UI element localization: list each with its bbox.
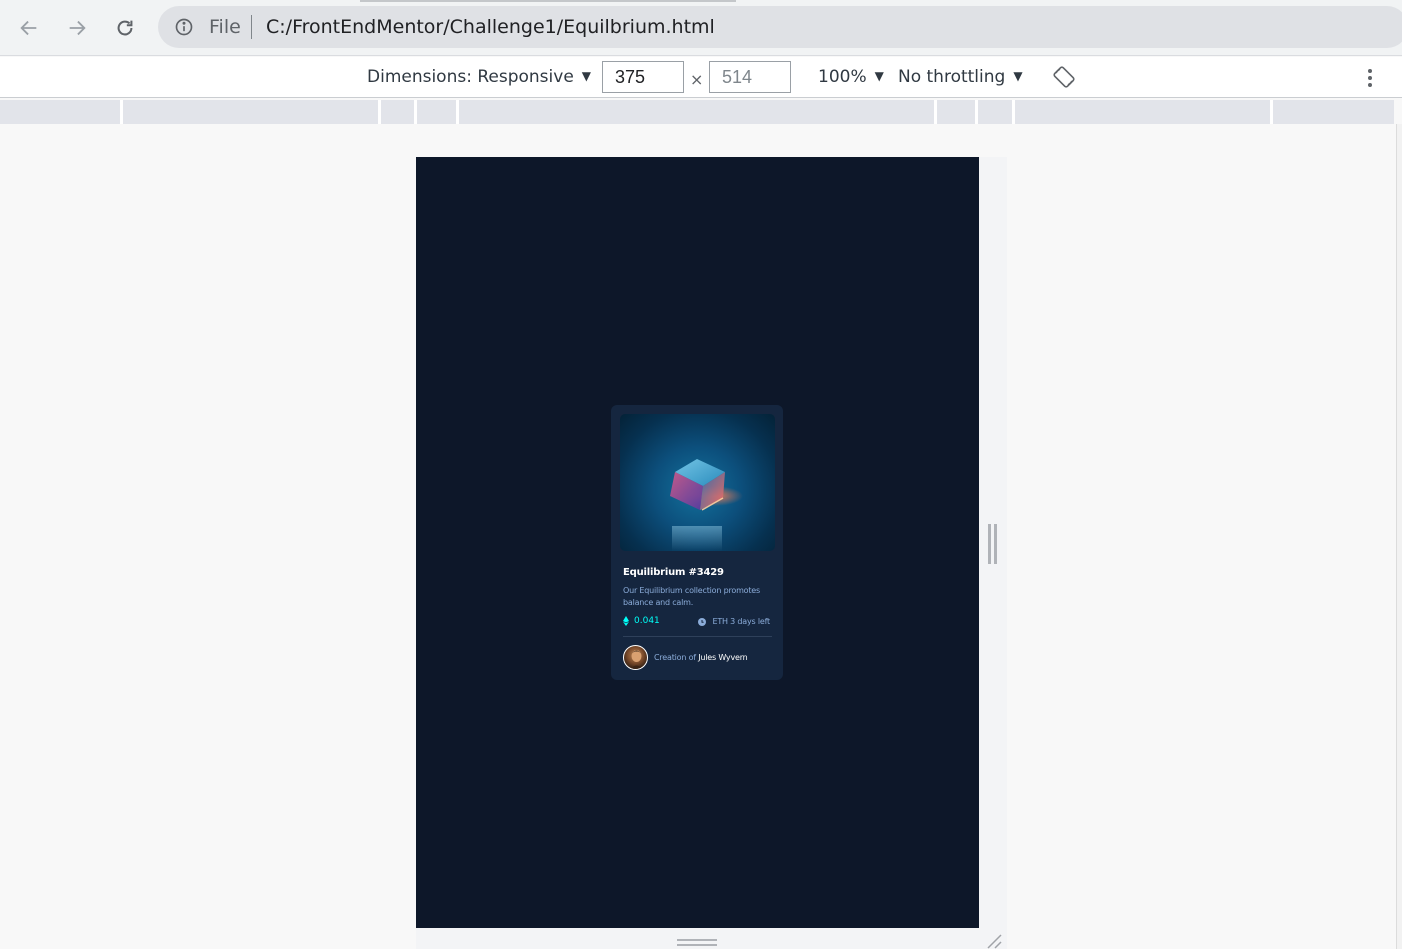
media-query-divider (1270, 100, 1273, 124)
scheme-label: File (209, 16, 241, 38)
resize-handle-right[interactable] (988, 524, 997, 564)
ethereum-icon (623, 616, 629, 626)
device-toolbar: Dimensions: Responsive ▼ × 100% ▼ No throt… (0, 57, 1402, 98)
nft-card: Equilibrium #3429 Our Equilibrium collec… (611, 405, 783, 680)
address-separator (251, 15, 252, 39)
time-remaining-label: ETH 3 days left (712, 617, 770, 626)
reload-icon (117, 20, 133, 36)
equilibrium-image[interactable] (620, 414, 775, 551)
card-title[interactable]: Equilibrium #3429 (623, 567, 724, 578)
reload-button[interactable] (109, 12, 141, 44)
address-bar[interactable]: File C:/FrontEndMentor/Challenge1/Equilb… (158, 6, 1402, 48)
clock-icon (698, 617, 707, 626)
price-value: 0.041 (634, 616, 660, 626)
tab-strip-edge (360, 0, 736, 2)
chevron-down-icon: ▼ (1013, 69, 1023, 83)
cube-illustration (670, 459, 743, 551)
rotate-icon[interactable] (1052, 65, 1076, 89)
dimensions-dropdown[interactable]: Dimensions: Responsive ▼ (367, 67, 591, 87)
more-options-icon[interactable] (1360, 67, 1380, 89)
throttling-dropdown[interactable]: No throttling ▼ (898, 67, 1023, 87)
resize-handle-bottom[interactable] (677, 939, 717, 949)
media-query-divider (120, 100, 123, 124)
resize-handle-corner-icon[interactable] (984, 932, 1004, 949)
creator-name[interactable]: Jules Wyvern (698, 653, 747, 662)
avatar-portrait (630, 650, 643, 669)
back-arrow-icon (20, 20, 37, 36)
media-query-divider (1012, 100, 1015, 124)
creator-prefix: Creation of (654, 653, 699, 662)
forward-arrow-icon (69, 20, 86, 36)
media-query-divider (934, 100, 937, 124)
media-query-divider (378, 100, 381, 124)
back-button[interactable] (13, 12, 45, 44)
scrollbar[interactable] (1396, 124, 1402, 949)
throttling-label: No throttling (898, 67, 1006, 87)
dimensions-label: Dimensions: Responsive (367, 67, 574, 87)
media-query-divider (414, 100, 417, 124)
time-remaining: ETH 3 days left (698, 617, 770, 626)
creator-avatar (623, 645, 648, 670)
media-query-divider (456, 100, 459, 124)
card-divider (623, 636, 772, 637)
media-query-bar[interactable] (0, 100, 1394, 124)
zoom-label: 100% (818, 67, 867, 87)
media-query-divider (975, 100, 978, 124)
width-input[interactable] (602, 61, 684, 93)
info-icon[interactable] (174, 17, 194, 37)
dimension-times-symbol: × (690, 70, 704, 89)
chevron-down-icon: ▼ (874, 69, 884, 83)
url-text[interactable]: C:/FrontEndMentor/Challenge1/Equilbrium.… (266, 16, 715, 38)
chevron-down-icon: ▼ (581, 69, 592, 83)
card-description: Our Equilibrium collection promotes bala… (623, 586, 760, 607)
creator-line: Creation of Jules Wyvern (654, 653, 748, 662)
price: 0.041 (623, 616, 660, 626)
forward-button[interactable] (61, 12, 93, 44)
height-input[interactable] (709, 61, 791, 93)
zoom-dropdown[interactable]: 100% ▼ (818, 67, 884, 87)
browser-toolbar: File C:/FrontEndMentor/Challenge1/Equilb… (0, 0, 1402, 56)
